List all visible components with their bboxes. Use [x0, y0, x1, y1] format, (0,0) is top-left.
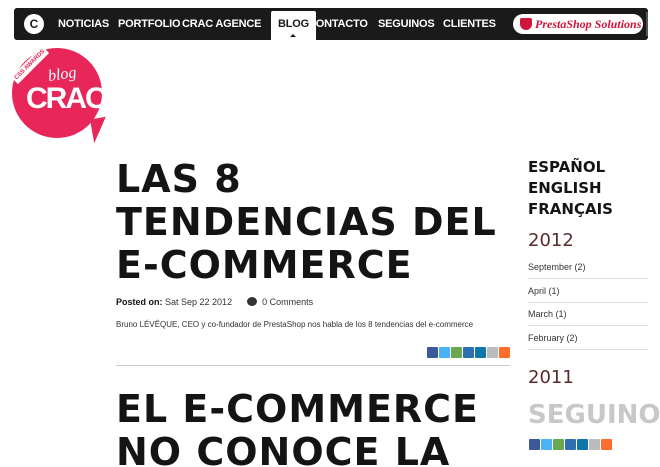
linkedin-icon[interactable]: [475, 347, 486, 358]
nav-item-portfolio[interactable]: PORTFOLIO: [118, 8, 181, 40]
lang-english-link[interactable]: ENGLISH: [528, 179, 602, 197]
nav-item-noticias[interactable]: NOTICIAS: [58, 8, 109, 40]
post-date: Sat Sep 22 2012: [165, 297, 233, 307]
linkedin-icon[interactable]: [577, 439, 588, 450]
lang-francais-link[interactable]: FRANÇAIS: [528, 200, 613, 218]
digg-icon[interactable]: [565, 439, 576, 450]
archive-month-link[interactable]: April (1): [528, 286, 648, 303]
prestashop-label: PrestaShop Solutions: [535, 17, 642, 31]
article-share-row: [427, 347, 510, 358]
prestashop-solutions-button[interactable]: PrestaShop Solutions: [513, 14, 643, 34]
nav-item-seguinos[interactable]: SEGUINOS: [378, 8, 435, 40]
google-icon[interactable]: [553, 439, 564, 450]
badge-crac-logo: CRAC: [26, 82, 107, 115]
facebook-icon[interactable]: [427, 347, 438, 358]
article-title[interactable]: LAS 8 TENDENCIAS DEL E-COMMERCE: [116, 158, 516, 287]
blog-crac-badge[interactable]: CSS AWARDS blog CRAC: [10, 45, 110, 144]
badge-speech-tail: [90, 116, 110, 144]
article-excerpt: Bruno LÉVÊQUE, CEO y co-fundador de Pres…: [116, 320, 474, 329]
digg-icon[interactable]: [463, 347, 474, 358]
twitter-icon[interactable]: [439, 347, 450, 358]
nav-item-clientes[interactable]: CLIENTES: [443, 8, 496, 40]
email-icon[interactable]: [487, 347, 498, 358]
follow-heading: SEGUINO: [528, 400, 660, 430]
crac-logo-icon[interactable]: C: [24, 14, 44, 34]
article-divider: [116, 365, 510, 366]
nav-item-blog-label: BLOG: [278, 18, 309, 30]
archive-month-link[interactable]: February (2): [528, 333, 648, 350]
nav-item-contacto[interactable]: CONTACTO: [308, 8, 368, 40]
sidebar-share-row: [529, 439, 612, 450]
archive-month-link[interactable]: March (1): [528, 309, 648, 326]
archive-year-2012[interactable]: 2012: [528, 230, 574, 251]
twitter-icon[interactable]: [541, 439, 552, 450]
comments-link[interactable]: 0 Comments: [262, 297, 313, 307]
comment-bubble-icon: [246, 297, 257, 306]
prestashop-icon: [520, 18, 532, 30]
caret-up-icon: [290, 34, 297, 37]
addthis-icon[interactable]: [601, 439, 612, 450]
lang-espanol-link[interactable]: ESPAÑOL: [528, 158, 605, 176]
email-icon[interactable]: [589, 439, 600, 450]
google-icon[interactable]: [451, 347, 462, 358]
article-meta: Posted on: Sat Sep 22 2012 0 Comments: [116, 297, 313, 307]
next-article-title[interactable]: EL E-COMMERCE NO CONOCE LA: [116, 388, 516, 467]
top-navbar: C NOTICIAS PORTFOLIO CRAC AGENCE BLOG CO…: [14, 8, 648, 40]
archive-month-link[interactable]: September (2): [528, 262, 648, 279]
nav-divider: [646, 12, 648, 36]
posted-on-label: Posted on:: [116, 297, 163, 307]
addthis-icon[interactable]: [499, 347, 510, 358]
archive-year-2011[interactable]: 2011: [528, 367, 574, 388]
nav-item-crac-agence[interactable]: CRAC AGENCE: [182, 8, 261, 40]
facebook-icon[interactable]: [529, 439, 540, 450]
